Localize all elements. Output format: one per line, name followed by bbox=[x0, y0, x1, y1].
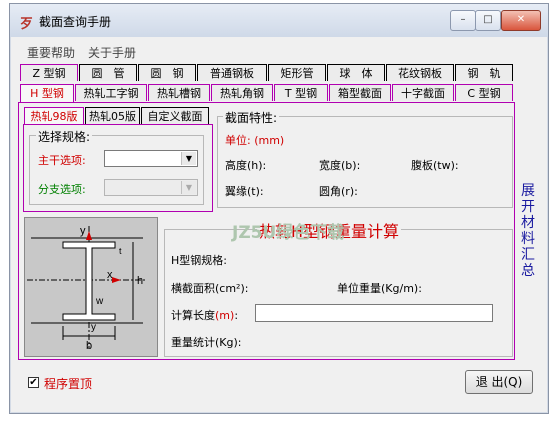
chevron-down-icon[interactable]: ▼ bbox=[181, 152, 196, 165]
tab-c-steel[interactable]: C 型钢 bbox=[455, 84, 513, 101]
tab-checker-plate[interactable]: 花纹钢板 bbox=[386, 64, 454, 81]
label-h: h bbox=[137, 275, 143, 287]
tab-round-bar[interactable]: 圆 钢 bbox=[138, 64, 196, 81]
label-y-bottom: y bbox=[91, 322, 96, 333]
close-button[interactable]: ✕ bbox=[501, 10, 541, 31]
watermark-text: JZ5U绿色下载 bbox=[232, 223, 345, 243]
tab-h-steel[interactable]: H 型钢 bbox=[20, 84, 74, 103]
label-y-top: y bbox=[80, 225, 86, 237]
subtab-hot-rolled-98[interactable]: 热轧98版 bbox=[24, 107, 84, 124]
calc-length-unit: (m) bbox=[215, 309, 235, 322]
branch-option-select[interactable]: ▼ bbox=[104, 179, 198, 196]
tab-sphere[interactable]: 球 体 bbox=[327, 64, 385, 81]
y-arrow-icon bbox=[86, 231, 92, 240]
chevron-down-icon[interactable]: ▼ bbox=[181, 181, 196, 194]
tab-i-beam[interactable]: 热轧工字钢 bbox=[75, 84, 147, 101]
minimize-button[interactable]: – bbox=[450, 10, 476, 31]
maximize-button[interactable]: □ bbox=[475, 10, 501, 31]
menu-help[interactable]: 重要帮助 bbox=[27, 44, 75, 61]
flange-thickness-label: 翼缘(t): bbox=[225, 185, 264, 198]
calc-length-input[interactable] bbox=[255, 304, 493, 322]
cross-area-label: 横截面积(cm²): bbox=[171, 282, 249, 295]
select-spec-title: 选择规格: bbox=[36, 128, 93, 145]
tab-box-section[interactable]: 箱型截面 bbox=[329, 84, 391, 101]
branch-option-label: 分支选项: bbox=[38, 183, 86, 196]
tab-steel-plate[interactable]: 普通钢板 bbox=[197, 64, 267, 81]
calc-length-label: 计算长度(m): bbox=[171, 307, 238, 323]
select-spec-group: 选择规格: 主干选项: ▼ 分支选项: ▼ bbox=[29, 128, 204, 205]
label-w: w bbox=[95, 296, 104, 307]
tab-angle[interactable]: 热轧角钢 bbox=[211, 84, 273, 101]
stay-on-top-label: 程序置顶 bbox=[44, 377, 93, 391]
h-beam-section-diagram: y x h t w b y bbox=[24, 217, 158, 357]
web-thickness-label: 腹板(tw): bbox=[411, 159, 459, 172]
unit-label: 单位: (mm) bbox=[225, 134, 285, 147]
tab-rail[interactable]: 钢 轨 bbox=[455, 64, 513, 81]
stay-on-top-checkbox[interactable]: ✔ bbox=[28, 377, 39, 388]
main-window: ⽍ 截面查询手册 – □ ✕ 重要帮助 关于手册 Z 型钢 圆 管 圆 钢 普通… bbox=[9, 3, 549, 414]
tab-t-steel[interactable]: T 型钢 bbox=[274, 84, 328, 101]
total-weight-label: 重量统计(Kg): bbox=[171, 336, 242, 349]
menu-about[interactable]: 关于手册 bbox=[88, 44, 136, 61]
weight-calc-group: 热轧H型钢重量计算 H型钢规格: 横截面积(cm²): 单位重量(Kg/m): … bbox=[164, 218, 513, 357]
fillet-radius-label: 圆角(r): bbox=[319, 185, 358, 198]
height-label: 高度(h): bbox=[225, 159, 267, 172]
tab-rect-tube[interactable]: 矩形管 bbox=[268, 64, 326, 81]
section-props-group: 截面特性: 单位: (mm) 高度(h): 宽度(b): 腹板(tw): 翼缘(… bbox=[217, 109, 513, 208]
h-beam-shape bbox=[62, 241, 116, 321]
exit-button[interactable]: 退 出(Q) bbox=[465, 370, 533, 394]
main-option-label: 主干选项: bbox=[38, 154, 86, 167]
title-bar: ⽍ 截面查询手册 – □ ✕ bbox=[10, 4, 548, 37]
tab-cross-section[interactable]: 十字截面 bbox=[392, 84, 454, 101]
menu-bar: 重要帮助 关于手册 bbox=[10, 42, 548, 60]
subtab-custom-section[interactable]: 自定义截面 bbox=[141, 107, 209, 124]
label-t: t bbox=[119, 246, 122, 256]
calc-length-sep: : bbox=[234, 309, 239, 322]
window-title: 截面查询手册 bbox=[39, 15, 112, 29]
tab-channel[interactable]: 热轧槽钢 bbox=[148, 84, 210, 101]
tab-round-pipe[interactable]: 圆 管 bbox=[79, 64, 137, 81]
label-b: b bbox=[86, 340, 92, 352]
width-label: 宽度(b): bbox=[319, 159, 361, 172]
app-logo-icon: ⽍ bbox=[20, 17, 34, 32]
material-summary-link[interactable]: 展开材料汇总 bbox=[520, 183, 536, 279]
main-option-select[interactable]: ▼ bbox=[104, 150, 198, 167]
x-arrow-icon bbox=[112, 277, 121, 283]
tab-z-steel[interactable]: Z 型钢 bbox=[20, 64, 78, 81]
h-spec-label: H型钢规格: bbox=[171, 254, 227, 267]
label-x: x bbox=[107, 269, 113, 281]
h-beam-drawing: y x h t w b y bbox=[27, 225, 147, 352]
unit-weight-label: 单位重量(Kg/m): bbox=[337, 282, 422, 295]
calc-length-text: 计算长度 bbox=[171, 309, 215, 322]
section-props-title: 截面特性: bbox=[223, 109, 280, 126]
subtab-hot-rolled-05[interactable]: 热轧05版 bbox=[85, 107, 140, 124]
